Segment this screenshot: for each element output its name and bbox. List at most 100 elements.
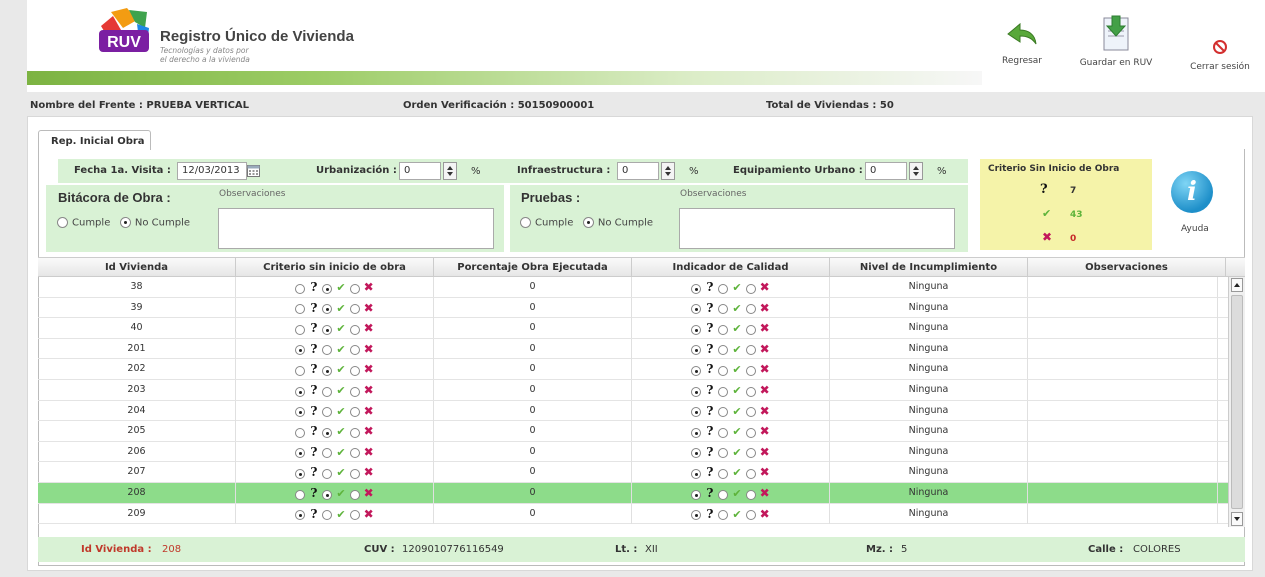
cell-observaciones[interactable] <box>1028 297 1218 318</box>
criterio-cross-radio[interactable] <box>349 324 360 335</box>
calidad-check-radio[interactable] <box>718 283 729 294</box>
equipamiento-stepper[interactable] <box>909 162 923 180</box>
calidad-cross-radio[interactable] <box>745 468 756 479</box>
cell-observaciones[interactable] <box>1028 441 1218 462</box>
criterio-question-radio[interactable] <box>295 386 306 397</box>
criterio-check-radio[interactable] <box>322 324 333 335</box>
cell-observaciones[interactable] <box>1028 400 1218 421</box>
calidad-cross-radio[interactable] <box>745 427 756 438</box>
col-criterio[interactable]: Criterio sin inicio de obra <box>236 258 434 277</box>
calidad-check-radio[interactable] <box>718 407 729 418</box>
table-row[interactable]: 205? ✔ ✖ 0? ✔ ✖ Ninguna <box>38 421 1228 442</box>
table-row[interactable]: 201? ✔ ✖ 0? ✔ ✖ Ninguna <box>38 338 1228 360</box>
cell-observaciones[interactable] <box>1028 503 1218 524</box>
table-row[interactable]: 39? ✔ ✖ 0? ✔ ✖ Ninguna <box>38 297 1228 319</box>
calidad-cross-radio[interactable] <box>745 448 756 459</box>
table-row[interactable]: 38? ✔ ✖ 0? ✔ ✖ Ninguna <box>38 277 1228 298</box>
criterio-check-radio[interactable] <box>322 283 333 294</box>
col-nivel[interactable]: Nivel de Incumplimiento <box>830 258 1028 277</box>
criterio-cross-radio[interactable] <box>349 407 360 418</box>
tab-rep-inicial-obra[interactable]: Rep. Inicial Obra <box>38 130 151 150</box>
criterio-cross-radio[interactable] <box>349 304 360 315</box>
criterio-question-radio[interactable] <box>295 448 306 459</box>
cell-observaciones[interactable] <box>1028 380 1218 400</box>
calidad-cross-radio[interactable] <box>745 489 756 500</box>
calidad-cross-radio[interactable] <box>745 386 756 397</box>
info-help-icon[interactable]: i <box>1171 171 1213 213</box>
criterio-question-radio[interactable] <box>295 468 306 479</box>
cell-observaciones[interactable] <box>1028 359 1218 380</box>
table-row[interactable]: 203? ✔ ✖ 0? ✔ ✖ Ninguna <box>38 380 1228 401</box>
scroll-down-icon[interactable] <box>1231 512 1243 526</box>
table-row[interactable]: 204? ✔ ✖ 0? ✔ ✖ Ninguna <box>38 400 1228 422</box>
cell-porcentaje[interactable]: 0 <box>434 421 632 442</box>
calidad-question-radio[interactable] <box>691 427 702 438</box>
table-row[interactable]: 206? ✔ ✖ 0? ✔ ✖ Ninguna <box>38 441 1228 463</box>
table-row[interactable]: 209? ✔ ✖ 0? ✔ ✖ Ninguna <box>38 503 1228 525</box>
table-row[interactable]: 208? ✔ ✖ 0? ✔ ✖ Ninguna <box>38 483 1228 504</box>
criterio-check-radio[interactable] <box>322 365 333 376</box>
logout-button[interactable]: Cerrar sesión <box>1184 40 1256 72</box>
cell-observaciones[interactable] <box>1028 338 1218 359</box>
cell-observaciones[interactable] <box>1028 318 1218 339</box>
calidad-check-radio[interactable] <box>718 510 729 521</box>
cell-porcentaje[interactable]: 0 <box>434 441 632 462</box>
calidad-check-radio[interactable] <box>718 365 729 376</box>
scroll-up-icon[interactable] <box>1231 278 1243 292</box>
criterio-cross-radio[interactable] <box>349 448 360 459</box>
calidad-question-radio[interactable] <box>691 407 702 418</box>
calidad-question-radio[interactable] <box>691 510 702 521</box>
criterio-question-radio[interactable] <box>295 365 306 376</box>
criterio-check-radio[interactable] <box>322 386 333 397</box>
cell-observaciones[interactable] <box>1028 421 1218 442</box>
calidad-check-radio[interactable] <box>718 386 729 397</box>
cell-porcentaje[interactable]: 0 <box>434 400 632 421</box>
calidad-question-radio[interactable] <box>691 365 702 376</box>
calidad-cross-radio[interactable] <box>745 324 756 335</box>
calidad-cross-radio[interactable] <box>745 407 756 418</box>
criterio-check-radio[interactable] <box>322 489 333 500</box>
col-observaciones[interactable]: Observaciones <box>1028 258 1226 277</box>
fecha-input[interactable]: 12/03/2013 <box>177 162 247 180</box>
criterio-check-radio[interactable] <box>322 427 333 438</box>
criterio-question-radio[interactable] <box>295 407 306 418</box>
criterio-cross-radio[interactable] <box>349 489 360 500</box>
criterio-question-radio[interactable] <box>295 304 306 315</box>
calidad-question-radio[interactable] <box>691 386 702 397</box>
table-row[interactable]: 40? ✔ ✖ 0? ✔ ✖ Ninguna <box>38 318 1228 339</box>
calidad-question-radio[interactable] <box>691 345 702 356</box>
cell-porcentaje[interactable]: 0 <box>434 318 632 339</box>
equipamiento-input[interactable]: 0 <box>865 162 907 180</box>
calidad-check-radio[interactable] <box>718 448 729 459</box>
urbanizacion-input[interactable]: 0 <box>399 162 441 180</box>
scroll-thumb[interactable] <box>1231 295 1243 509</box>
urbanizacion-stepper[interactable] <box>443 162 457 180</box>
pruebas-no-cumple-radio[interactable] <box>582 217 594 228</box>
criterio-question-radio[interactable] <box>295 510 306 521</box>
calidad-cross-radio[interactable] <box>745 345 756 356</box>
table-row[interactable]: 202? ✔ ✖ 0? ✔ ✖ Ninguna <box>38 359 1228 380</box>
criterio-cross-radio[interactable] <box>349 365 360 376</box>
cell-porcentaje[interactable]: 0 <box>434 483 632 503</box>
criterio-question-radio[interactable] <box>295 489 306 500</box>
cell-observaciones[interactable] <box>1028 277 1218 297</box>
pruebas-cumple-radio[interactable] <box>520 217 531 228</box>
calidad-check-radio[interactable] <box>718 324 729 335</box>
calidad-question-radio[interactable] <box>691 468 702 479</box>
table-row[interactable]: 207? ✔ ✖ 0? ✔ ✖ Ninguna <box>38 462 1228 483</box>
bitacora-cumple-radio[interactable] <box>57 217 68 228</box>
back-button[interactable]: Regresar <box>1000 20 1044 66</box>
calidad-question-radio[interactable] <box>691 283 702 294</box>
criterio-cross-radio[interactable] <box>349 283 360 294</box>
bitacora-no-cumple-radio[interactable] <box>119 217 131 228</box>
cell-porcentaje[interactable]: 0 <box>434 277 632 297</box>
calidad-question-radio[interactable] <box>691 324 702 335</box>
calidad-question-radio[interactable] <box>691 304 702 315</box>
col-id-vivienda[interactable]: Id Vivienda <box>38 258 236 277</box>
criterio-cross-radio[interactable] <box>349 386 360 397</box>
criterio-cross-radio[interactable] <box>349 510 360 521</box>
col-indicador[interactable]: Indicador de Calidad <box>632 258 830 277</box>
calidad-check-radio[interactable] <box>718 468 729 479</box>
criterio-check-radio[interactable] <box>322 345 333 356</box>
calidad-cross-radio[interactable] <box>745 365 756 376</box>
